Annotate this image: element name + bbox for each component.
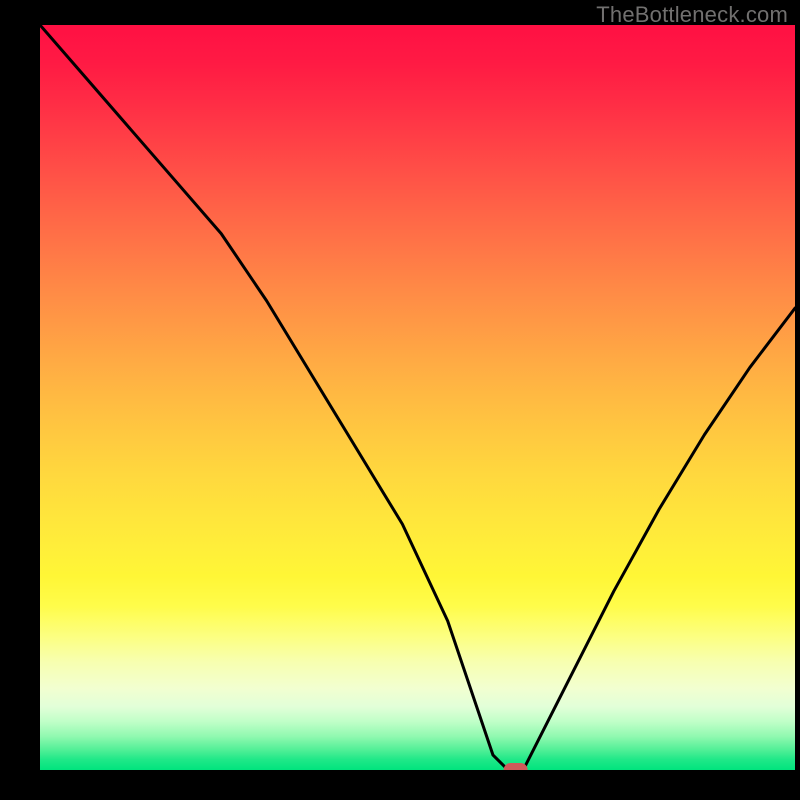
plot-background — [40, 25, 795, 770]
chart-frame: TheBottleneck.com — [0, 0, 800, 800]
watermark-label: TheBottleneck.com — [596, 2, 788, 28]
bottleneck-chart — [0, 0, 800, 800]
